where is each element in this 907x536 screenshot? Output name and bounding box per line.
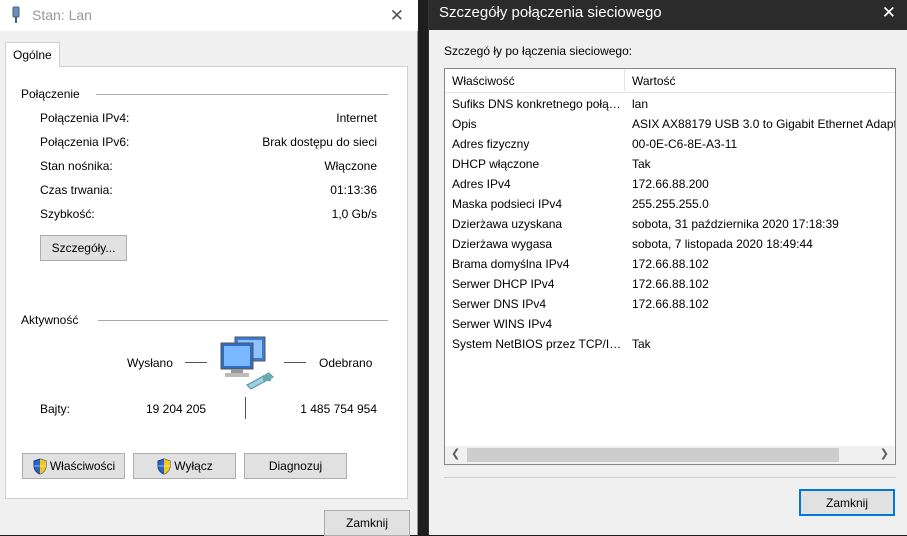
received-dash [284, 362, 306, 363]
network-status-icon [12, 6, 20, 23]
disable-button[interactable]: Wyłącz [133, 453, 236, 479]
details-window: Szczegóły połączenia sieciowego ✕ Szczeg… [428, 0, 907, 535]
bytes-label: Bajty: [40, 402, 71, 416]
details-close-button[interactable]: Zamknij [799, 489, 895, 516]
value-cell: sobota, 7 listopada 2020 18:49:44 [632, 237, 813, 251]
status-window: Stan: Lan ✕ Ogólne Połączenie Połączenia… [0, 0, 418, 536]
uac-shield-icon [157, 457, 171, 475]
duration-label: Czas trwania: [40, 183, 113, 197]
property-cell: Serwer DNS IPv4 [452, 297, 547, 311]
speed-label: Szybkość: [40, 207, 95, 221]
list-item[interactable]: Maska podsieci IPv4 255.255.255.0 [445, 194, 895, 214]
list-item[interactable]: Sufiks DNS konkretnego połączenia lan [445, 94, 895, 114]
ipv6-connectivity-label: Połączenia IPv6: [40, 135, 130, 149]
property-cell: Dzierżawa uzyskana [452, 217, 563, 231]
property-cell: Serwer WINS IPv4 [452, 317, 553, 331]
uac-shield-icon [33, 457, 47, 475]
ipv4-connectivity-label: Połączenia IPv4: [40, 111, 130, 125]
connection-group-label: Połączenie [21, 87, 80, 101]
footer-divider [444, 477, 896, 478]
disable-button-label: Wyłącz [174, 459, 213, 473]
value-cell: ASIX AX88179 USB 3.0 to Gigabit Ethernet… [632, 117, 896, 131]
list-item[interactable]: System NetBIOS przez TCP/IP włączony Tak [445, 334, 895, 354]
column-separator[interactable] [624, 69, 625, 91]
general-tab-panel: Połączenie Połączenia IPv4: Internet Poł… [5, 66, 408, 499]
property-cell: System NetBIOS przez TCP/IP włączony [452, 337, 624, 351]
close-icon[interactable]: ✕ [882, 3, 896, 23]
details-button[interactable]: Szczegóły... [40, 235, 127, 261]
scroll-right-icon[interactable]: ❯ [880, 447, 889, 460]
properties-button-label: Właściwości [49, 459, 116, 473]
value-cell: lan [632, 97, 649, 111]
value-cell: sobota, 31 października 2020 17:18:39 [632, 217, 839, 231]
scrollbar-thumb[interactable] [467, 448, 839, 462]
value-cell: 255.255.255.0 [632, 197, 709, 211]
diagnose-button[interactable]: Diagnozuj [244, 453, 347, 479]
ipv6-connectivity-value: Brak dostępu do sieci [262, 135, 377, 149]
ipv4-connectivity-value: Internet [336, 111, 377, 125]
status-window-title: Stan: Lan [32, 7, 92, 23]
scroll-left-icon[interactable]: ❮ [451, 447, 460, 460]
value-cell: Tak [632, 337, 651, 351]
activity-divider [98, 320, 388, 321]
column-header-property[interactable]: Właściwość [452, 74, 515, 88]
list-header: Właściwość Wartość [445, 69, 895, 93]
value-cell: 00-0E-C6-8E-A3-11 [632, 137, 738, 151]
horizontal-scrollbar[interactable]: ❮ ❯ [445, 446, 895, 464]
details-listview[interactable]: Właściwość Wartość Sufiks DNS konkretneg… [444, 68, 896, 465]
list-item[interactable]: DHCP włączone Tak [445, 154, 895, 174]
received-label: Odebrano [319, 356, 373, 370]
speed-value: 1,0 Gb/s [331, 207, 377, 221]
value-cell: 172.66.88.102 [632, 257, 709, 271]
duration-value: 01:13:36 [330, 183, 377, 197]
connection-divider [96, 94, 388, 95]
details-titlebar: Szczegóły połączenia sieciowego ✕ [429, 0, 907, 30]
property-cell: Dzierżawa wygasa [452, 237, 553, 251]
list-item[interactable]: Serwer DNS IPv4 172.66.88.102 [445, 294, 895, 314]
list-item[interactable]: Dzierżawa wygasa sobota, 7 listopada 2020… [445, 234, 895, 254]
media-state-value: Włączone [324, 159, 377, 173]
tab-general[interactable]: Ogólne [5, 42, 60, 67]
list-item[interactable]: Dzierżawa uzyskana sobota, 31 październik… [445, 214, 895, 234]
list-item[interactable]: Opis ASIX AX88179 USB 3.0 to Gigabit Ethe… [445, 114, 896, 134]
bytes-received-value: 1 485 754 954 [300, 402, 377, 416]
list-item[interactable]: Serwer WINS IPv4 [445, 314, 895, 334]
bytes-divider [245, 397, 246, 419]
property-cell: Adres IPv4 [452, 177, 511, 191]
details-caption: Szczegó ły po łączenia sieciowego: [444, 44, 633, 58]
property-cell: Adres fizyczny [452, 137, 530, 151]
sent-dash [185, 362, 207, 363]
list-item[interactable]: Adres IPv4 172.66.88.200 [445, 174, 895, 194]
property-cell: Sufiks DNS konkretnego połączenia [452, 97, 624, 111]
close-icon[interactable]: ✕ [390, 6, 404, 26]
value-cell: 172.66.88.102 [632, 297, 709, 311]
value-cell: Tak [632, 157, 651, 171]
network-computers-icon [220, 336, 274, 390]
status-titlebar: Stan: Lan ✕ [0, 0, 418, 31]
list-item[interactable]: Brama domyślna IPv4 172.66.88.102 [445, 254, 895, 274]
property-cell: Serwer DHCP IPv4 [452, 277, 555, 291]
property-cell: Opis [452, 117, 477, 131]
column-header-value[interactable]: Wartość [632, 74, 676, 88]
property-cell: DHCP włączone [452, 157, 540, 171]
bytes-sent-value: 19 204 205 [146, 402, 207, 416]
value-cell: 172.66.88.200 [632, 177, 709, 191]
list-item[interactable]: Adres fizyczny 00-0E-C6-8E-A3-11 [445, 134, 895, 154]
details-rows: Sufiks DNS konkretnego połączenia lan Opi… [445, 94, 896, 354]
status-close-button[interactable]: Zamknij [324, 510, 410, 536]
property-cell: Brama domyślna IPv4 [452, 257, 570, 271]
value-cell: 172.66.88.102 [632, 277, 709, 291]
sent-label: Wysłano [127, 356, 173, 370]
activity-group-label: Aktywność [21, 313, 79, 327]
list-item[interactable]: Serwer DHCP IPv4 172.66.88.102 [445, 274, 895, 294]
properties-button[interactable]: Właściwości [22, 453, 125, 479]
media-state-label: Stan nośnika: [40, 159, 113, 173]
property-cell: Maska podsieci IPv4 [452, 197, 563, 211]
details-window-title: Szczegóły połączenia sieciowego [439, 4, 662, 21]
